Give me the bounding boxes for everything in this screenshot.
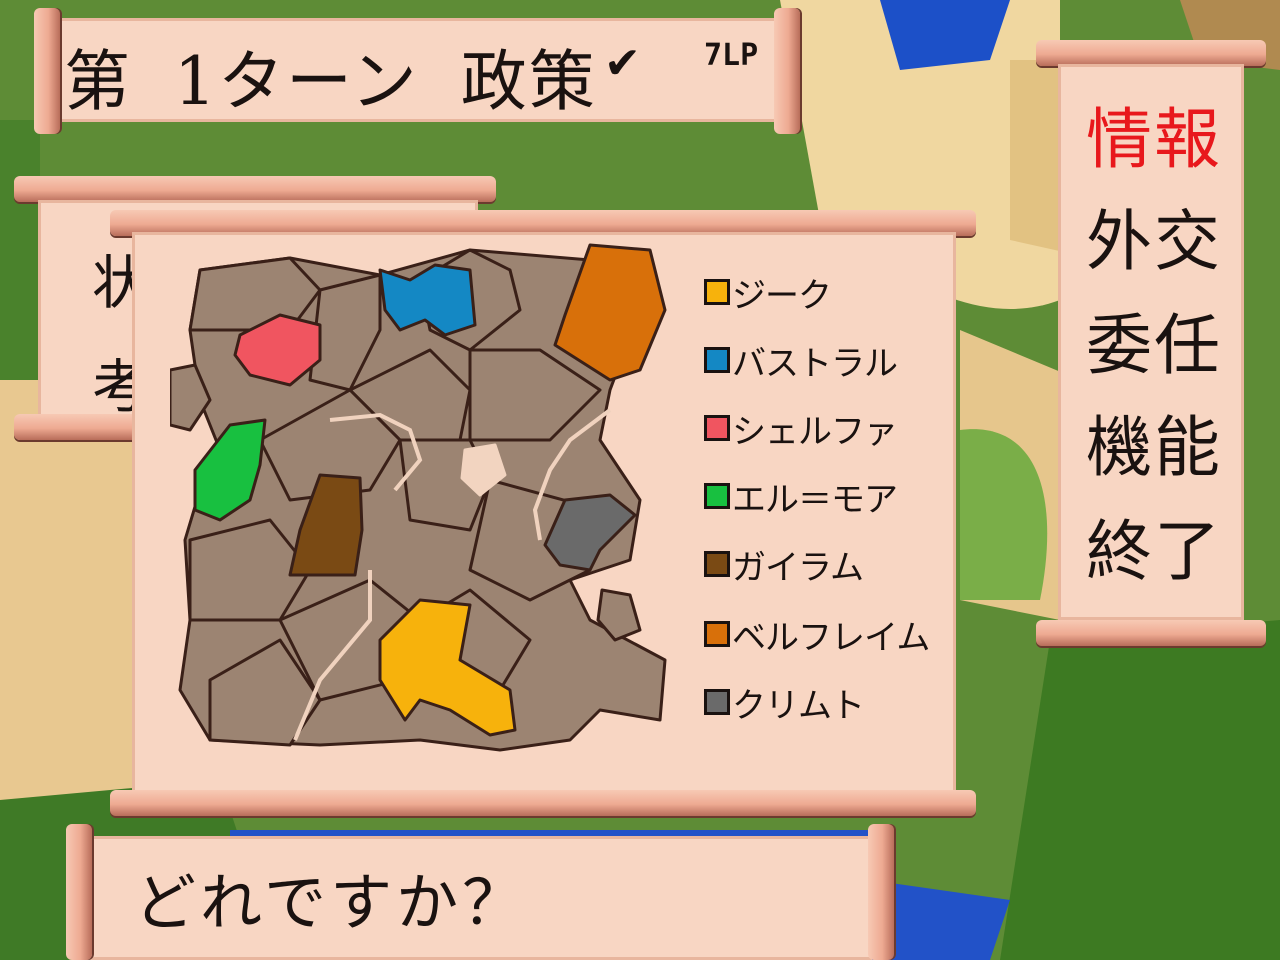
legend-item-5[interactable]: ベルフレイム <box>704 614 930 658</box>
legend-swatch <box>704 551 730 577</box>
legend-swatch <box>704 483 730 509</box>
turn-number: 1ターン <box>174 43 419 120</box>
legend-label: クリムト <box>732 685 865 726</box>
legend-item-3[interactable]: エル＝モア <box>704 476 898 520</box>
menu-item-diplomacy-label: 外交 <box>1086 203 1222 280</box>
check-mark-icon: ✔ <box>604 38 641 89</box>
legend-label: ベルフレイム <box>732 617 930 658</box>
menu-item-settings[interactable]: 機能 <box>1086 398 1226 498</box>
menu-item-end-label: 終了 <box>1086 513 1222 590</box>
prompt-message: どれですか？ <box>134 866 529 939</box>
legend-label: ジーク <box>732 275 832 316</box>
legend-label: ガイラム <box>732 547 864 588</box>
lp-counter: 7LP <box>704 38 759 73</box>
legend-label: シェルファ <box>732 411 898 452</box>
menu-item-delegate[interactable]: 委任 <box>1086 296 1226 396</box>
menu-item-delegate-label: 委任 <box>1086 307 1222 384</box>
legend-item-1[interactable]: バストラル <box>704 340 898 384</box>
legend-item-4[interactable]: ガイラム <box>704 544 864 588</box>
phase-label: 政策 <box>460 43 597 120</box>
legend-swatch <box>704 621 730 647</box>
menu-item-info[interactable]: 情報 <box>1086 90 1226 190</box>
legend-swatch <box>704 689 730 715</box>
menu-item-info-label: 情報 <box>1086 101 1222 178</box>
turn-title: 第 1ターン 政策 <box>64 28 597 124</box>
legend-item-6[interactable]: クリムト <box>704 682 865 726</box>
legend-item-2[interactable]: シェルファ <box>704 408 898 452</box>
turn-label: 第 <box>64 43 132 120</box>
legend-label: エル＝モア <box>732 479 898 520</box>
menu-item-diplomacy[interactable]: 外交 <box>1086 192 1226 292</box>
legend-item-0[interactable]: ジーク <box>704 272 832 316</box>
legend-label: バストラル <box>732 343 898 384</box>
territory-map[interactable] <box>170 240 670 760</box>
legend-swatch <box>704 279 730 305</box>
legend-swatch <box>704 415 730 441</box>
menu-item-settings-label: 機能 <box>1086 409 1222 486</box>
menu-item-end[interactable]: 終了 <box>1086 502 1226 602</box>
legend-swatch <box>704 347 730 373</box>
